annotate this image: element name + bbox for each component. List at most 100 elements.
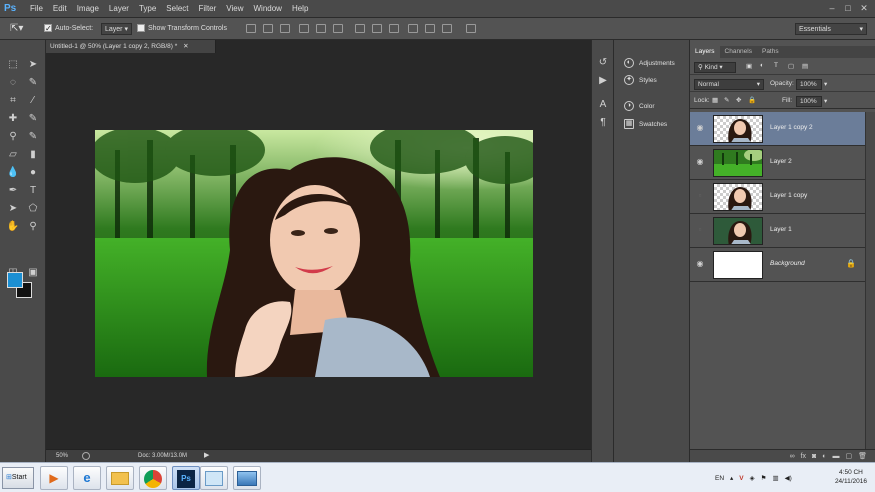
photo-viewer-app[interactable]	[233, 466, 261, 490]
panel-styles[interactable]: ✦ Styles	[624, 73, 657, 87]
auto-select-checkbox[interactable]: Auto-Select:	[44, 23, 93, 35]
document-tab[interactable]: Untitled-1 @ 50% (Layer 1 copy 2, RGB/8)…	[46, 40, 216, 53]
filter-kind-dropdown[interactable]: ⚲ Kind ▾	[694, 62, 736, 73]
internet-explorer-app[interactable]: e	[73, 466, 101, 490]
actions-play-icon[interactable]: ▶	[595, 74, 611, 88]
close-tab-icon[interactable]: ✕	[183, 43, 188, 50]
distribute-hcenter-icon[interactable]	[425, 24, 435, 33]
layer-style-icon[interactable]: fx	[801, 453, 806, 460]
panel-color[interactable]: ◑ Color	[624, 99, 655, 113]
adjustment-layer-icon[interactable]: ◐	[822, 453, 826, 460]
panel-swatches[interactable]: ▦ Swatches	[624, 117, 667, 131]
image-canvas[interactable]	[95, 130, 533, 377]
pen-tool-icon[interactable]: ✒	[5, 184, 21, 198]
menu-select[interactable]: Select	[166, 0, 188, 18]
layer-name[interactable]: Layer 2	[770, 158, 792, 165]
delete-layer-icon[interactable]: 🗑	[858, 452, 867, 460]
layer-name[interactable]: Layer 1 copy	[770, 192, 807, 199]
gradient-tool-icon[interactable]: ▮	[25, 148, 41, 162]
hand-tool-icon[interactable]: ✋	[5, 220, 21, 234]
tab-channels[interactable]: Channels	[720, 46, 757, 58]
screen-mode-icon[interactable]: ▣	[25, 266, 41, 280]
eye-hidden-icon[interactable]: ▫	[695, 192, 705, 200]
filter-pixel-icon[interactable]: ▣	[746, 62, 752, 70]
menu-edit[interactable]: Edit	[53, 0, 67, 18]
foreground-color-swatch[interactable]	[7, 272, 23, 288]
distribute-vcenter-icon[interactable]	[372, 24, 382, 33]
align-vcenter-icon[interactable]	[263, 24, 273, 33]
align-hcenter-icon[interactable]	[316, 24, 326, 33]
quick-select-tool-icon[interactable]: ✎	[25, 76, 41, 90]
filter-adjustment-icon[interactable]: ◐	[760, 62, 764, 69]
fill-dropdown-icon[interactable]: ▾	[824, 97, 827, 105]
healing-brush-tool-icon[interactable]: ✚	[5, 112, 21, 126]
lasso-tool-icon[interactable]: ◌	[5, 76, 21, 90]
history-brush-tool-icon[interactable]: ✎	[25, 130, 41, 144]
auto-align-icon[interactable]	[466, 24, 476, 33]
menu-image[interactable]: Image	[77, 0, 99, 18]
layer-name[interactable]: Layer 1	[770, 226, 792, 233]
new-group-icon[interactable]: ▬	[832, 453, 839, 460]
layer-row[interactable]: ◉ Layer 2	[690, 146, 865, 180]
status-info-icon[interactable]	[82, 452, 90, 460]
lock-position-icon[interactable]: ✥	[736, 96, 741, 104]
close-icon[interactable]: ✕	[859, 3, 869, 13]
tab-layers[interactable]: Layers	[690, 46, 720, 58]
opacity-input[interactable]: 100%	[796, 79, 822, 90]
volume-icon[interactable]: ◀)	[785, 474, 792, 482]
align-right-icon[interactable]	[333, 24, 343, 33]
tray-app-icon[interactable]: ◈	[750, 474, 755, 482]
layer-name[interactable]: Background	[770, 260, 805, 267]
menu-file[interactable]: File	[30, 0, 43, 18]
auto-select-dropdown[interactable]: Layer ▾	[101, 23, 132, 35]
clone-stamp-tool-icon[interactable]: ⚲	[5, 130, 21, 144]
chrome-app[interactable]	[139, 466, 167, 490]
layer-row[interactable]: ◉ Background 🔒	[690, 248, 865, 282]
eye-icon[interactable]: ◉	[695, 124, 705, 132]
menu-type[interactable]: Type	[139, 0, 156, 18]
layer-row[interactable]: ▫ Layer 1 copy	[690, 180, 865, 214]
filter-smart-object-icon[interactable]: ▤	[802, 62, 808, 70]
blur-tool-icon[interactable]: 💧	[5, 166, 21, 180]
menu-window[interactable]: Window	[254, 0, 282, 18]
zoom-level[interactable]: 50%	[56, 450, 68, 462]
character-icon[interactable]: A	[595, 98, 611, 112]
distribute-left-icon[interactable]	[408, 24, 418, 33]
tab-paths[interactable]: Paths	[757, 46, 784, 58]
lock-transparent-icon[interactable]: ▦	[712, 96, 718, 104]
opacity-dropdown-icon[interactable]: ▾	[824, 80, 827, 88]
notepad-app[interactable]	[200, 466, 228, 490]
add-mask-icon[interactable]: ◙	[812, 453, 816, 460]
filter-type-icon[interactable]: T	[774, 62, 778, 69]
start-button[interactable]: ⊞Start	[2, 467, 34, 489]
eraser-tool-icon[interactable]: ▱	[5, 148, 21, 162]
layer-name[interactable]: Layer 1 copy 2	[770, 124, 813, 131]
new-layer-icon[interactable]: ▢	[845, 452, 852, 460]
type-tool-icon[interactable]: T	[25, 184, 41, 198]
photoshop-app[interactable]: Ps	[172, 466, 200, 490]
filter-shape-icon[interactable]: ▢	[788, 62, 794, 70]
tray-expand-icon[interactable]: ▴	[730, 474, 733, 482]
blend-mode-dropdown[interactable]: Normal ▾	[694, 79, 764, 90]
menu-help[interactable]: Help	[292, 0, 308, 18]
layers-scrollbar[interactable]	[865, 112, 875, 452]
maximize-icon[interactable]: □	[843, 3, 853, 13]
align-bottom-icon[interactable]	[280, 24, 290, 33]
eye-icon[interactable]: ◉	[695, 260, 705, 268]
layer-row[interactable]: ▫ Layer 1	[690, 214, 865, 248]
status-arrow-icon[interactable]: ▶	[204, 450, 209, 462]
eye-icon[interactable]: ◉	[695, 158, 705, 166]
unikey-icon[interactable]: V	[739, 475, 743, 482]
distribute-right-icon[interactable]	[442, 24, 452, 33]
link-layers-icon[interactable]: ∞	[790, 453, 795, 460]
file-explorer-app[interactable]	[106, 466, 134, 490]
rect-marquee-tool-icon[interactable]: ⬚	[5, 58, 21, 72]
eyedropper-tool-icon[interactable]: ⁄	[25, 94, 41, 108]
brush-tool-icon[interactable]: ✎	[25, 112, 41, 126]
eye-hidden-icon[interactable]: ▫	[695, 226, 705, 234]
move-tool-icon[interactable]: ➤	[25, 58, 41, 72]
fill-input[interactable]: 100%	[796, 96, 822, 107]
history-icon[interactable]: ↺	[595, 56, 611, 70]
minimize-icon[interactable]: –	[827, 3, 837, 13]
align-top-icon[interactable]	[246, 24, 256, 33]
